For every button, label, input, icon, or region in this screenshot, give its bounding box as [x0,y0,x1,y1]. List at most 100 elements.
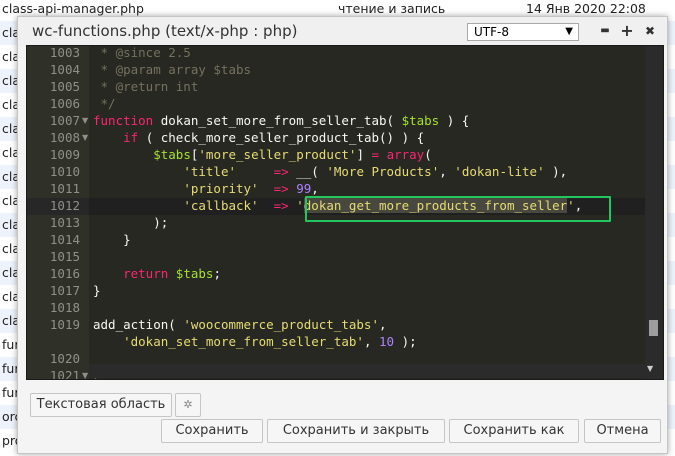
code-token: $tabs [175,266,214,281]
line-number: 1018 [49,300,80,315]
code-token: } [93,283,101,298]
code-token: ) { [439,113,470,128]
scroll-down-arrow-icon[interactable]: ▼ [647,364,653,373]
line-number: 1020 [49,351,80,366]
save-button[interactable]: Сохранить [161,419,263,443]
code-token: } [93,232,131,247]
code-token: , [439,164,455,179]
dialog-titlebar[interactable]: wc-functions.php (text/x-php : php) UTF-… [18,17,667,47]
code-line[interactable]: add_action( 'woocommerce_product_tabs', [93,317,387,332]
code-token: 'title' [183,164,236,179]
code-token: , [363,334,379,349]
code-line[interactable]: return $tabs; [93,266,221,281]
code-token: * @return int [93,79,199,94]
horizontal-scrollbar[interactable] [89,364,645,378]
code-token: */ [93,96,116,111]
code-line[interactable]: * @since 2.5 [93,46,191,60]
code-token: if [123,130,139,145]
line-number: 1008 [49,130,80,145]
code-token: 'dokan_set_more_from_seller_tab' [123,334,364,349]
code-token: 'More Products' [326,164,440,179]
line-number: 1007 [49,113,80,128]
highlight-box [305,196,611,222]
vertical-scrollbar[interactable]: ▼ [645,46,662,379]
code-token: 'more_seller_product' [198,147,357,162]
code-token: 'priority' [183,181,259,196]
code-line[interactable]: } [93,232,131,247]
code-token: 'callback' [183,198,259,213]
line-number: 1009 [49,147,80,162]
code-token: 'woocommerce_product_tabs' [183,317,379,332]
code-line[interactable]: * @param array $tabs [93,62,252,77]
code-line[interactable]: if ( check_more_seller_product_tab() ) { [93,130,424,145]
code-token: ); [394,334,417,349]
code-line[interactable]: function dokan_set_more_from_seller_tab(… [93,113,469,128]
code-token: 'dokan-lite' [454,164,545,179]
encoding-value: UTF-8 [474,25,509,39]
maximize-icon[interactable]: + [619,23,635,39]
encoding-select[interactable]: UTF-8 ▼ [467,23,579,41]
code-line[interactable]: $tabs['more_seller_product'] = array( [93,147,432,162]
scrollbar-thumb[interactable] [649,320,658,336]
code-token: dokan_set_more_from_seller_tab( [153,113,402,128]
code-token: ; [213,266,221,281]
save-as-button[interactable]: Сохранить как [449,419,579,443]
code-token: , [311,181,319,196]
code-token: return [123,266,169,281]
code-line[interactable]: } [93,283,101,298]
code-line[interactable]: 'dokan_set_more_from_seller_tab', 10 ); [93,334,417,349]
line-number: 1012 [49,198,80,213]
code-token: $tabs [153,147,191,162]
save-and-close-button[interactable]: Сохранить и закрыть [267,419,445,443]
code-token: ); [93,215,169,230]
line-number: 1014 [49,232,80,247]
code-editor[interactable]: 1003 1004 1005 1006 1007 ▼ 1008 ▼ 1009 1010 1011 10… [26,45,664,380]
code-line[interactable]: ); [93,215,168,230]
code-token: ( [424,147,432,162]
dialog-title: wc-functions.php (text/x-php : php) [32,22,298,40]
line-number: 1021 [49,368,80,380]
code-line[interactable]: 'title' => __( 'More Products', 'dokan-l… [93,164,567,179]
line-number: 1006 [49,96,80,111]
code-token: ( check_more_seller_product_tab() ) { [138,130,425,145]
line-number: 1015 [49,249,80,264]
code-token: __( [288,164,327,179]
code-token: , [378,317,387,332]
code-token: array [386,147,425,162]
code-token: 10 [379,334,395,349]
code-token: ' [296,198,304,213]
line-number-gutter: 1003 1004 1005 1006 1007 ▼ 1008 ▼ 1009 1010 1011 10… [27,46,89,379]
minimize-icon[interactable]: ▬ [597,23,613,39]
code-token: 99 [296,181,312,196]
code-token: ), [544,164,568,179]
line-number: 1019 [49,317,80,332]
cancel-button[interactable]: Отмена [584,419,661,443]
gear-icon[interactable]: ✲ [175,393,201,417]
line-number: 1017 [49,283,80,298]
text-editor-dialog: wc-functions.php (text/x-php : php) UTF-… [17,16,668,454]
code-token: => [273,164,289,179]
line-number: 1004 [49,62,80,77]
code-line[interactable]: */ [93,96,116,111]
fold-arrow-icon[interactable]: ▼ [82,133,88,142]
line-number: 1013 [49,215,80,230]
close-icon[interactable]: ✖ [642,23,658,39]
code-token: $tabs [401,113,440,128]
fold-arrow-icon[interactable]: ▼ [82,371,88,379]
textarea-mode-button[interactable]: Текстовая область [30,393,172,417]
code-line[interactable]: * @return int [93,79,199,94]
code-token: => [273,181,289,196]
code-line[interactable]: 'priority' => 99, [93,181,319,196]
line-number: 1003 [49,45,80,60]
fold-arrow-icon[interactable]: ▼ [82,116,88,125]
